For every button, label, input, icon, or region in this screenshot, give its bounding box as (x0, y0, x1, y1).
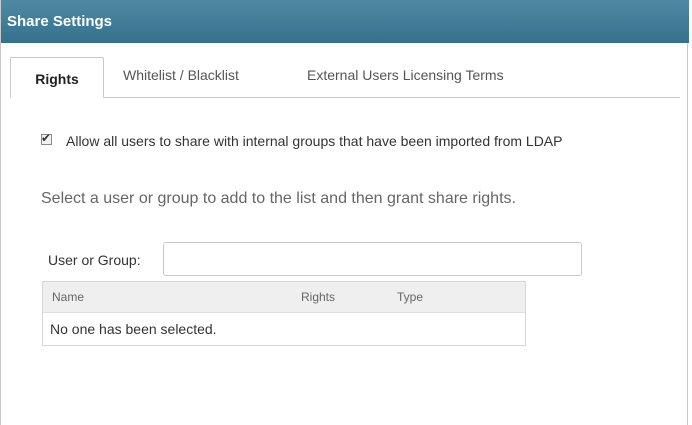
table-empty-message: No one has been selected. (50, 321, 217, 337)
share-rights-table: Name Rights Type No one has been selecte… (42, 281, 526, 346)
user-or-group-label: User or Group: (48, 252, 141, 268)
column-header-name[interactable]: Name (52, 290, 84, 304)
column-header-rights[interactable]: Rights (301, 290, 335, 304)
allow-ldap-label[interactable]: Allow all users to share with internal g… (66, 131, 562, 151)
user-or-group-input[interactable] (163, 242, 582, 276)
share-settings-panel: Share Settings Rights Whitelist / Blackl… (0, 0, 689, 425)
instructions-text: Select a user or group to add to the lis… (41, 190, 516, 207)
tab-whitelist-blacklist[interactable]: Whitelist / Blacklist (123, 57, 239, 97)
tab-strip: Rights Whitelist / Blacklist External Us… (10, 57, 680, 98)
allow-ldap-checkbox[interactable]: ✔ (41, 131, 52, 145)
panel-title: Share Settings (1, 0, 689, 43)
check-mark-icon: ✔ (41, 131, 52, 145)
column-header-type[interactable]: Type (397, 290, 423, 304)
tab-rights[interactable]: Rights (10, 57, 104, 98)
tab-external-users-licensing-terms[interactable]: External Users Licensing Terms (307, 57, 504, 97)
table-header: Name Rights Type (43, 282, 525, 313)
